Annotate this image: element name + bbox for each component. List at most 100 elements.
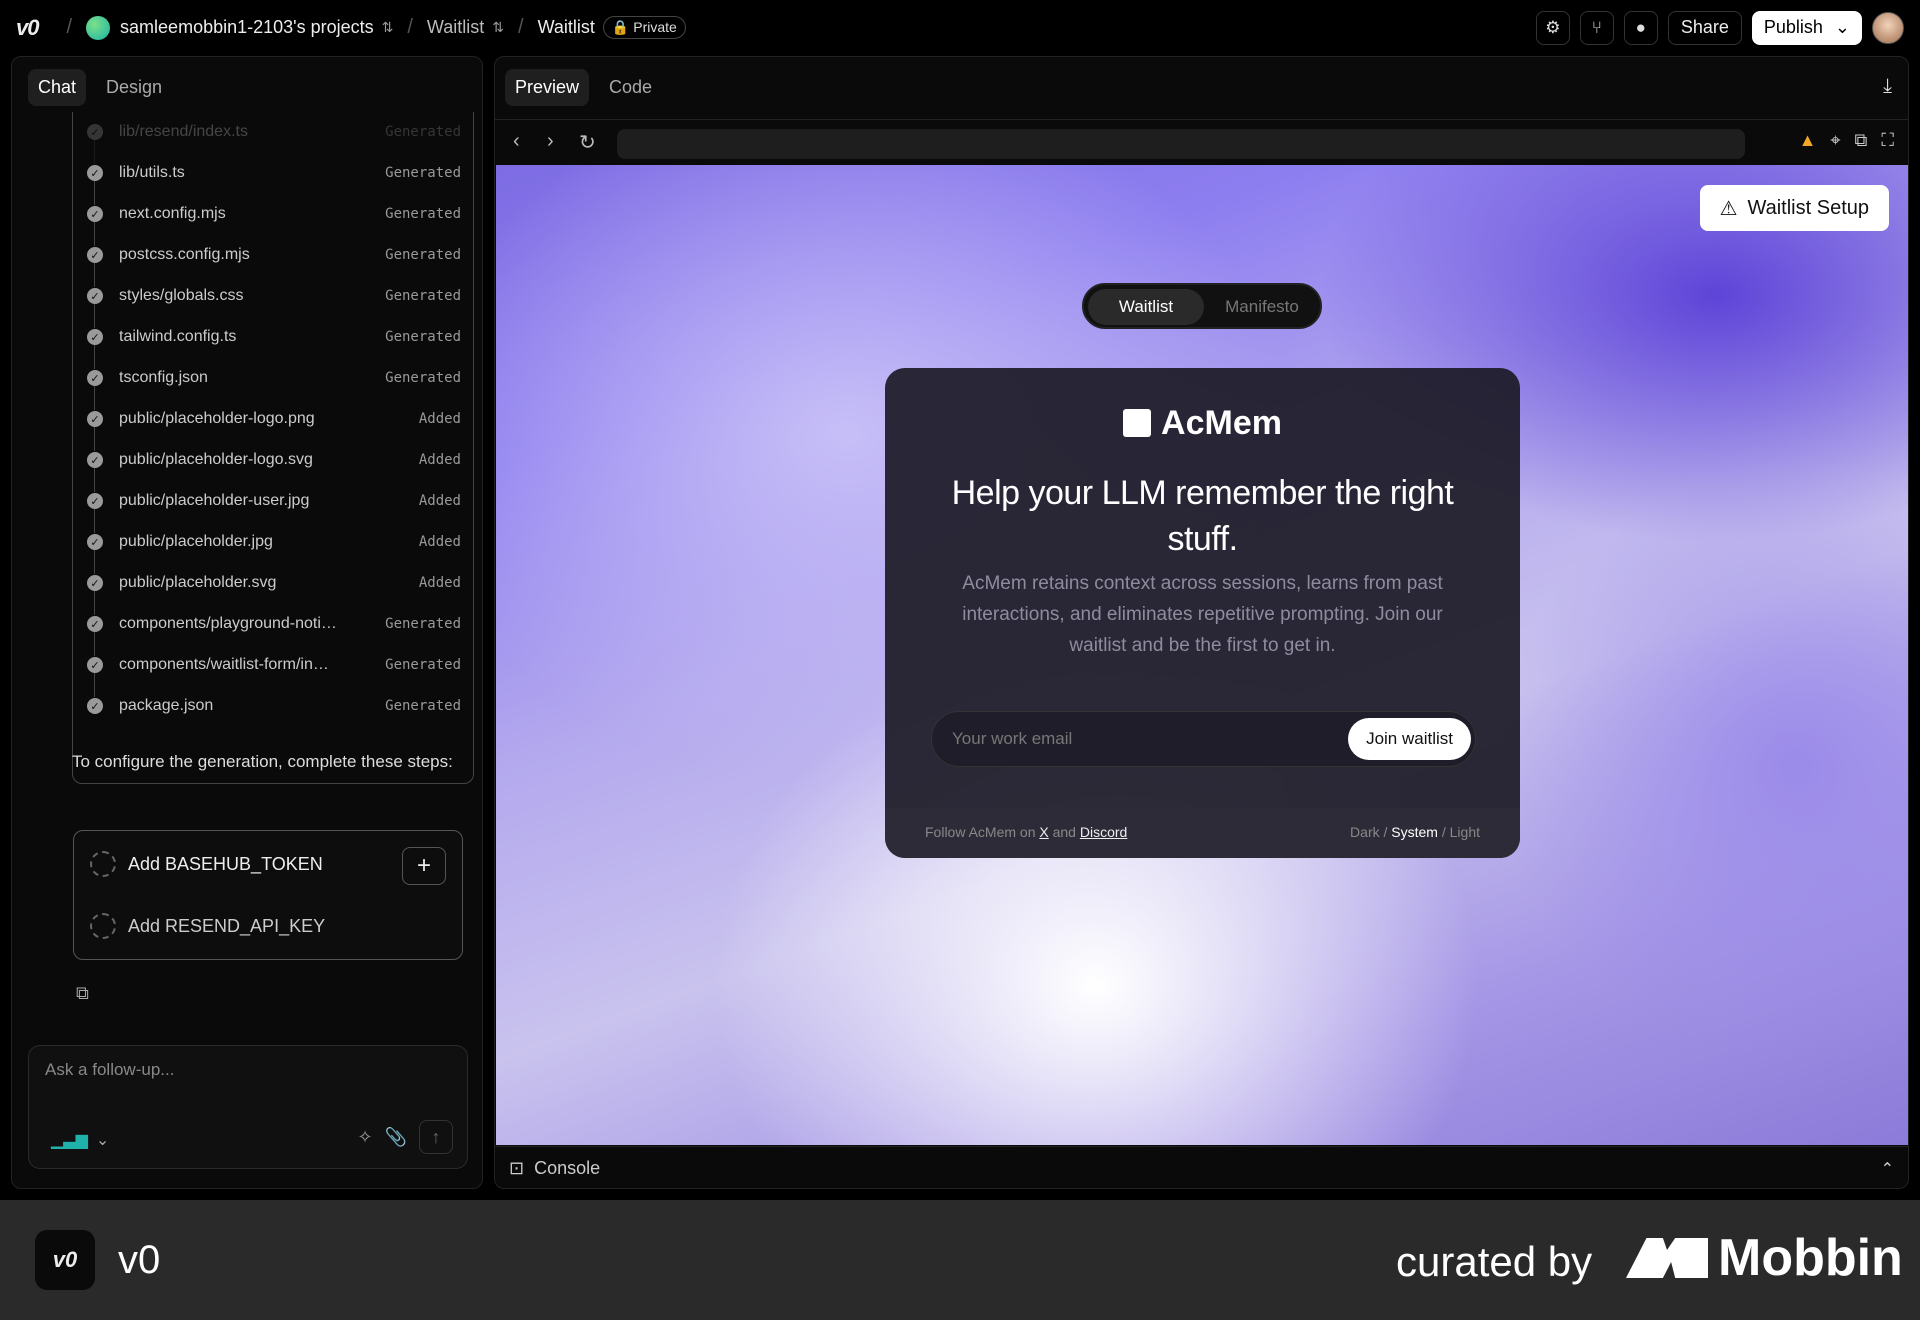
fork-icon[interactable]: ⑂ <box>1579 10 1614 45</box>
new-window-icon[interactable]: ⧉ <box>1855 130 1868 151</box>
private-badge: 🔒 Private <box>602 16 686 39</box>
preview-tabs: Preview Code <box>505 69 662 106</box>
preview-tools: ▲ ⌖ ⧉ ⛶ <box>1799 130 1894 151</box>
pending-icon <box>90 851 116 877</box>
list-item[interactable]: ✓ components/playground-noti… Generated <box>73 604 473 656</box>
brand-name: AcMem <box>1161 404 1282 442</box>
fullscreen-icon[interactable]: ⛶ <box>1881 130 1894 151</box>
add-icon[interactable]: + <box>402 847 446 885</box>
send-button[interactable]: ↑ <box>419 1120 453 1154</box>
console-bar[interactable]: ⊡ Console ⌃ <box>495 1146 1908 1188</box>
theme-light[interactable]: Light <box>1450 824 1480 840</box>
x-link[interactable]: X <box>1039 824 1048 840</box>
theme-system[interactable]: System <box>1391 824 1438 840</box>
list-item[interactable]: ✓ public/placeholder.jpg Added <box>73 522 473 574</box>
theme-dark[interactable]: Dark <box>1350 824 1380 840</box>
list-item[interactable]: ✓ postcss.config.mjs Generated <box>73 235 473 287</box>
project-name[interactable]: samleemobbin1-2103's projects <box>120 17 374 38</box>
list-item[interactable]: ✓ tsconfig.json Generated <box>73 358 473 410</box>
user-avatar[interactable] <box>1872 11 1904 44</box>
model-selector[interactable]: ▁▃▆ ⌄ <box>51 1130 109 1150</box>
email-field[interactable]: Your work email Join waitlist <box>931 711 1476 767</box>
file-status: Added <box>418 575 461 591</box>
chat-input[interactable]: Ask a follow-up... <box>45 1060 174 1080</box>
mobbin-name: Mobbin <box>1718 1229 1903 1287</box>
list-item[interactable]: ✓ public/placeholder-logo.png Added <box>73 399 473 451</box>
list-item[interactable]: ✓ next.config.mjs Generated <box>73 194 473 246</box>
lock-icon: 🔒 <box>611 19 630 35</box>
step-label: Add BASEHUB_TOKEN <box>128 853 323 874</box>
list-item[interactable]: ✓ package.json Generated <box>73 686 473 726</box>
tab-chat[interactable]: Chat <box>28 69 87 106</box>
file-status: Added <box>418 411 461 427</box>
list-item[interactable]: ✓ public/placeholder-user.jpg Added <box>73 481 473 533</box>
file-name: public/placeholder-logo.png <box>119 410 315 427</box>
file-status: Generated <box>385 206 461 222</box>
curated-by-text: curated by <box>1396 1238 1593 1285</box>
settings-icon[interactable]: ⚙ <box>1535 10 1570 45</box>
setup-label: Waitlist Setup <box>1747 196 1869 219</box>
warning-icon[interactable]: ▲ <box>1799 130 1817 151</box>
separator: / <box>518 16 524 38</box>
waitlist-setup-button[interactable]: ⚠ Waitlist Setup <box>1699 185 1889 231</box>
list-item[interactable]: ✓ tailwind.config.ts Generated <box>73 317 473 369</box>
mobbin-footer: v0 v0 curated by Mobbin <box>0 1200 1920 1320</box>
check-icon: ✓ <box>87 247 103 263</box>
file-status: Added <box>418 534 461 550</box>
config-instructions: To configure the generation, complete th… <box>72 752 453 771</box>
toggle-waitlist[interactable]: Waitlist <box>1088 289 1204 325</box>
headline: Help your LLM remember the right stuff. <box>951 474 1454 558</box>
chat-input-box[interactable]: Ask a follow-up... ▁▃▆ ⌄ ✧ 📎 ↑ <box>28 1045 468 1169</box>
publish-label: Publish <box>1763 17 1823 37</box>
publish-button[interactable]: Publish ⌄ <box>1751 10 1862 45</box>
join-waitlist-button[interactable]: Join waitlist <box>1348 718 1471 760</box>
chevron-down-icon: ⌄ <box>1834 17 1850 37</box>
refresh-icon[interactable]: ↻ <box>579 130 596 155</box>
file-name: next.config.mjs <box>119 205 226 222</box>
step-basehub-token[interactable]: Add BASEHUB_TOKEN <box>90 851 323 877</box>
chat-panel: Chat Design ✓ lib/resend/index.ts Generate… <box>11 56 483 1189</box>
list-item[interactable]: ✓ public/placeholder.svg Added <box>73 563 473 615</box>
sparkle-icon[interactable]: ✧ <box>357 1127 372 1148</box>
v0-app-icon: v0 <box>35 1230 95 1290</box>
share-button[interactable]: Share <box>1667 10 1742 45</box>
github-icon[interactable]: ● <box>1623 10 1658 45</box>
back-icon[interactable]: ‹ <box>513 130 520 153</box>
list-item[interactable]: ✓ components/waitlist-form/in… Generated <box>73 645 473 697</box>
discord-link[interactable]: Discord <box>1080 824 1127 840</box>
file-name: lib/utils.ts <box>119 164 185 181</box>
list-item[interactable]: ✓ lib/resend/index.ts Generated <box>73 112 473 164</box>
expand-icon[interactable]: ⌃ <box>1881 1159 1894 1179</box>
bg-gradient <box>1496 465 1908 1065</box>
chevron-updown-icon[interactable]: ⇅ <box>382 19 394 36</box>
check-icon: ✓ <box>87 616 103 632</box>
copy-icon[interactable]: ⧉ <box>76 983 89 1004</box>
top-right-actions: ⚙ ⑂ ● Share Publish ⌄ <box>1535 10 1904 45</box>
tab-code[interactable]: Code <box>599 69 662 106</box>
file-status: Generated <box>385 657 461 673</box>
file-status: Generated <box>385 288 461 304</box>
file-name: public/placeholder-user.jpg <box>119 492 310 509</box>
url-bar[interactable] <box>617 129 1745 159</box>
crumb-waitlist[interactable]: Waitlist <box>427 17 484 38</box>
chat-title[interactable]: Waitlist <box>538 17 595 38</box>
chevron-updown-icon[interactable]: ⇅ <box>492 19 504 36</box>
forward-icon[interactable]: › <box>547 130 554 153</box>
v0-logo[interactable]: v0 <box>16 15 40 41</box>
list-item[interactable]: ✓ lib/utils.ts Generated <box>73 153 473 205</box>
email-placeholder[interactable]: Your work email <box>952 729 1072 749</box>
tab-design[interactable]: Design <box>96 69 172 106</box>
chat-tabs: Chat Design <box>28 69 172 106</box>
list-item[interactable]: ✓ styles/globals.css Generated <box>73 276 473 328</box>
select-element-icon[interactable]: ⌖ <box>1830 130 1840 151</box>
step-resend-api-key[interactable]: Add RESEND_API_KEY <box>90 913 325 939</box>
list-item[interactable]: ✓ public/placeholder-logo.svg Added <box>73 440 473 492</box>
warning-icon: ⚠ <box>1719 197 1738 220</box>
file-status: Added <box>418 493 461 509</box>
tab-preview[interactable]: Preview <box>505 69 590 106</box>
site-preview: ⚠ Waitlist Setup Waitlist Manifesto AcMem… <box>496 165 1908 1145</box>
check-icon: ✓ <box>87 165 103 181</box>
toggle-manifesto[interactable]: Manifesto <box>1204 289 1320 325</box>
download-icon[interactable]: ⤓ <box>1883 75 1892 98</box>
paperclip-icon[interactable]: 📎 <box>385 1127 407 1148</box>
